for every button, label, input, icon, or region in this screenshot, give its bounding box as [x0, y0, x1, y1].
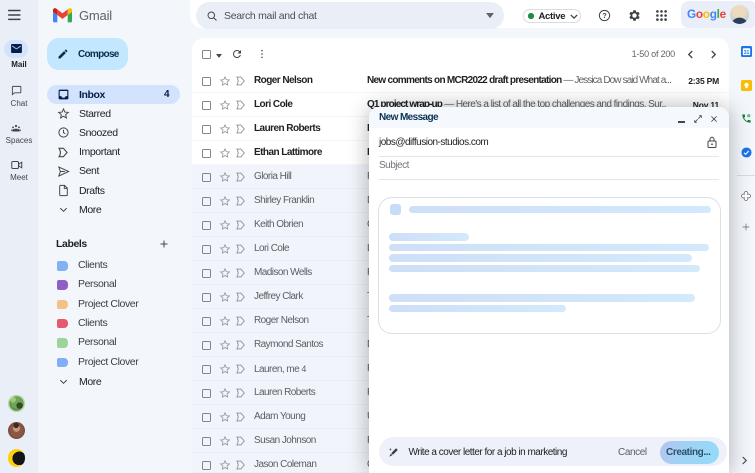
svg-text:31: 31 — [743, 49, 749, 55]
svg-text:?: ? — [602, 13, 606, 20]
